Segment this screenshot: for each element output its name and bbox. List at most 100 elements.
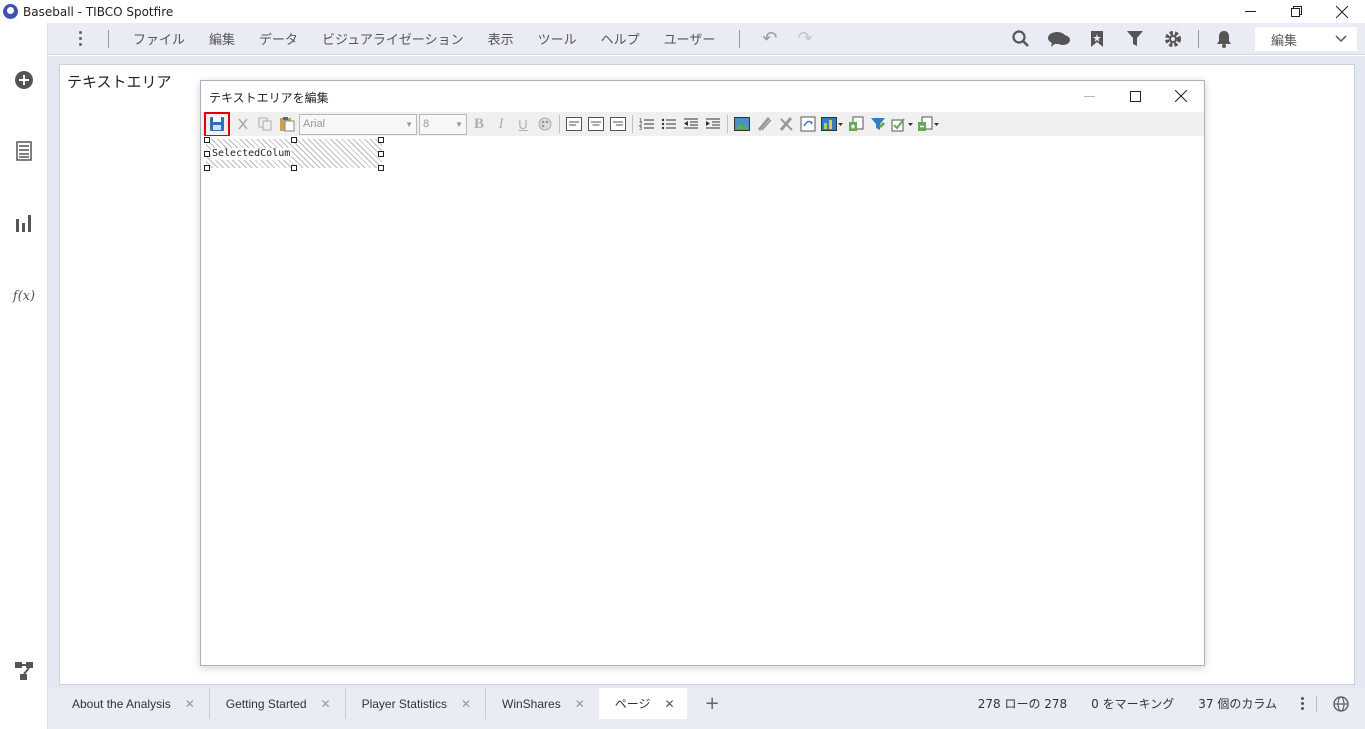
italic-button[interactable]: I [490,116,512,133]
search-icon[interactable] [1002,30,1040,48]
close-tab-icon[interactable]: ✕ [461,697,471,711]
align-left-button[interactable] [563,113,585,135]
marked-count[interactable]: 0 をマーキング [1079,695,1186,712]
collaboration-icon[interactable] [1040,30,1078,48]
close-tab-icon[interactable]: ✕ [575,697,585,711]
indent-button[interactable] [702,113,724,135]
dialog-title: テキストエリアを編集 [209,91,329,105]
bookmark-icon[interactable] [1078,30,1116,48]
cut-button[interactable] [232,113,254,135]
checkbox-dropdown-icon [891,118,913,132]
menu-user[interactable]: ユーザー [652,29,728,48]
tab-label: ページ [614,697,651,711]
resize-handle[interactable] [204,165,210,171]
window-controls [1227,0,1365,23]
paste-button[interactable] [276,113,298,135]
save-icon [210,117,224,131]
insert-action-button[interactable] [797,113,819,135]
align-center-icon [588,117,604,131]
menu-file[interactable]: ファイル [121,29,197,48]
filter-icon [871,118,885,130]
align-center-button[interactable] [585,113,607,135]
outdent-button[interactable] [680,113,702,135]
resize-handle[interactable] [204,137,210,143]
page-tab-bar: About the Analysis ✕ Getting Started ✕ Pla… [48,688,1365,719]
dialog-toolbar: Arial ▼ 8 ▼ B I U 123 [201,111,1204,137]
insert-checkbox-button[interactable] [889,113,915,135]
dialog-maximize-button[interactable] [1112,81,1158,111]
font-size-select[interactable]: 8 ▼ [419,113,467,135]
minimize-button[interactable] [1227,0,1273,23]
paste-icon [280,117,295,132]
resize-handle[interactable] [291,165,297,171]
undo-icon[interactable]: ↶ [752,28,787,49]
font-name-select[interactable]: Arial ▼ [299,113,417,135]
menu-help[interactable]: ヘルプ [589,29,652,48]
text-color-button[interactable] [534,113,556,135]
insert-image-button[interactable] [731,113,753,135]
image-icon [734,117,750,131]
text-editor-area[interactable]: SelectedColum [201,136,1204,665]
panel-title: テキストエリア [67,73,172,91]
bold-button[interactable]: B [468,116,490,133]
dialog-close-button[interactable] [1158,81,1204,111]
bar-chart-icon[interactable] [12,211,36,235]
tab-about-the-analysis[interactable]: About the Analysis ✕ [48,688,210,719]
title-bar: Baseball - TIBCO Spotfire [0,0,1365,23]
bell-icon[interactable] [1205,30,1243,48]
function-icon[interactable]: f(x) [12,284,36,308]
restore-button[interactable] [1273,0,1319,23]
status-more-icon[interactable] [1289,697,1316,710]
align-right-button[interactable] [607,113,629,135]
resize-handle[interactable] [204,151,210,157]
menu-view[interactable]: 表示 [476,29,526,48]
resize-handle[interactable] [291,137,297,143]
mode-select[interactable]: 編集 [1255,27,1357,51]
property-control-placeholder[interactable]: SelectedColum [206,139,382,168]
insert-dynamic-item-button[interactable] [915,113,941,135]
close-tab-icon[interactable]: ✕ [185,697,195,711]
tab-player-statistics[interactable]: Player Statistics ✕ [346,688,486,719]
tab-label: About the Analysis [72,696,171,711]
resize-handle[interactable] [378,137,384,143]
resize-handle[interactable] [378,151,384,157]
tab-getting-started[interactable]: Getting Started ✕ [210,688,346,719]
add-icon[interactable] [12,68,36,92]
maximize-icon [1129,90,1141,102]
save-button[interactable] [204,111,230,137]
menu-separator [108,29,109,48]
tab-page[interactable]: ページ ✕ [598,688,687,719]
menu-visualization[interactable]: ビジュアライゼーション [310,29,476,48]
minimize-icon [1083,95,1095,97]
underline-button[interactable]: U [512,117,534,132]
close-tab-icon[interactable]: ✕ [321,697,331,711]
bullet-list-icon [661,118,676,130]
insert-property-control-button[interactable] [845,113,867,135]
globe-icon[interactable] [1317,695,1365,712]
copy-button[interactable] [254,113,276,135]
insert-visualization-button[interactable] [819,113,845,135]
add-page-icon[interactable]: + [687,693,738,714]
close-button[interactable] [1319,0,1365,23]
remove-link-button[interactable] [775,113,797,135]
menu-tools[interactable]: ツール [526,29,589,48]
menu-data[interactable]: データ [247,29,310,48]
menu-separator [739,29,741,48]
redo-icon[interactable]: ↷ [788,28,823,49]
filter-icon[interactable] [1116,30,1154,48]
close-tab-icon[interactable]: ✕ [665,697,675,711]
more-menu-icon[interactable] [70,31,90,46]
insert-filter-button[interactable] [867,113,889,135]
menu-edit[interactable]: 編集 [197,29,247,48]
dialog-minimize-button[interactable] [1066,81,1112,111]
numbered-list-button[interactable]: 123 [636,113,658,135]
gear-icon[interactable] [1154,30,1192,48]
row-count: 278 ローの 278 [977,697,1068,711]
data-canvas-icon[interactable] [12,659,36,683]
mode-select-value: 編集 [1271,33,1298,49]
tab-winshares[interactable]: WinShares ✕ [486,688,599,719]
resize-handle[interactable] [378,165,384,171]
data-panel-icon[interactable] [12,139,36,163]
insert-link-button[interactable] [753,113,775,135]
bullet-list-button[interactable] [658,113,680,135]
